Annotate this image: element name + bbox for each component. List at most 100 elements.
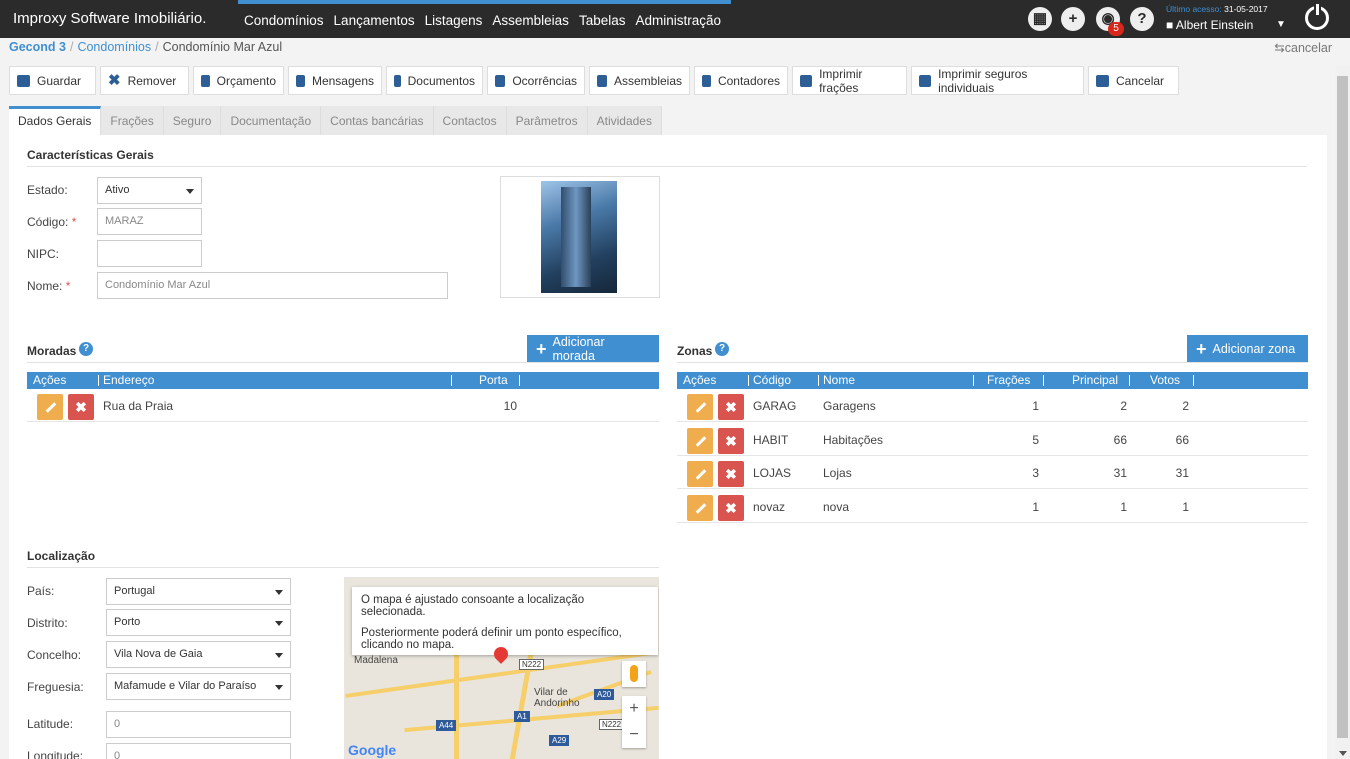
col-fracoes[interactable]: Frações xyxy=(987,373,1030,387)
imprimir-fracoes-button[interactable]: Imprimir frações xyxy=(792,66,907,95)
row-porta: 10 xyxy=(503,399,517,413)
breadcrumb-section[interactable]: Condomínios xyxy=(77,40,151,54)
edit-button[interactable] xyxy=(687,495,713,521)
assembleias-button[interactable]: Assembleias xyxy=(589,66,690,95)
col-nome[interactable]: Nome xyxy=(823,373,855,387)
notification-count-badge: 5 xyxy=(1108,22,1124,36)
nipc-label: NIPC: xyxy=(27,247,60,261)
col-votos[interactable]: Votos xyxy=(1150,373,1180,387)
add-icon[interactable]: + xyxy=(1061,7,1085,31)
nav-listagens[interactable]: Listagens xyxy=(425,4,483,38)
nav-assembleias[interactable]: Assembleias xyxy=(492,4,569,38)
location-map[interactable]: O mapa é ajustado consoante a localizaçã… xyxy=(344,577,659,759)
building-photo[interactable] xyxy=(500,176,660,298)
road-sign: A20 xyxy=(594,689,615,700)
chevron-down-icon[interactable]: ▼ xyxy=(1276,19,1286,30)
mensagens-button[interactable]: Mensagens xyxy=(288,66,382,95)
tab-documentacao[interactable]: Documentação xyxy=(221,106,322,135)
orcamento-button[interactable]: Orçamento xyxy=(193,66,284,95)
tab-parametros[interactable]: Parâmetros xyxy=(506,106,588,135)
remover-button[interactable]: ✖ Remover xyxy=(100,66,189,95)
row-nome: Habitações xyxy=(823,433,884,447)
map-place: Vilar de Andorinho xyxy=(534,687,580,709)
col-endereco[interactable]: Endereço xyxy=(103,373,154,387)
edit-button[interactable] xyxy=(37,394,63,420)
moradas-title: Moradas xyxy=(27,344,77,358)
chevron-down-icon xyxy=(186,189,194,194)
tab-dados-gerais[interactable]: Dados Gerais xyxy=(9,106,102,135)
nav-lancamentos[interactable]: Lançamentos xyxy=(334,4,415,38)
chevron-down-icon xyxy=(275,653,283,658)
add-morada-button[interactable]: + Adicionar morada xyxy=(527,335,659,363)
add-zona-button[interactable]: + Adicionar zona xyxy=(1187,335,1308,362)
concelho-select[interactable]: Vila Nova de Gaia xyxy=(106,641,291,668)
contadores-button[interactable]: Contadores xyxy=(694,66,788,95)
cancelar-button[interactable]: Cancelar xyxy=(1088,66,1179,95)
edit-button[interactable] xyxy=(687,394,713,420)
power-icon[interactable] xyxy=(1305,4,1329,30)
help-icon[interactable]: ? xyxy=(79,342,93,356)
delete-button[interactable]: ✖ xyxy=(718,428,744,454)
ocorrencias-button[interactable]: Ocorrências xyxy=(487,66,585,95)
cancel-link[interactable]: ⇆cancelar xyxy=(1274,40,1332,55)
main-nav: Condomínios Lançamentos Listagens Assemb… xyxy=(238,0,732,38)
map-place: Madalena xyxy=(354,655,398,666)
breadcrumb-root[interactable]: Gecond 3 xyxy=(9,40,66,54)
zoom-out-button[interactable]: − xyxy=(622,722,646,748)
help-icon[interactable]: ? xyxy=(1130,7,1154,31)
zoom-in-button[interactable]: + xyxy=(622,696,646,722)
nome-input[interactable]: Condomínio Mar Azul xyxy=(97,272,448,299)
tab-seguro[interactable]: Seguro xyxy=(163,106,222,135)
vertical-scrollbar[interactable] xyxy=(1335,66,1350,759)
road-sign: N222 xyxy=(519,659,545,670)
pais-label: País: xyxy=(27,584,55,598)
delete-button[interactable]: ✖ xyxy=(718,394,744,420)
street-view-icon[interactable] xyxy=(622,661,646,687)
nav-tabelas[interactable]: Tabelas xyxy=(579,4,626,38)
tab-fracoes[interactable]: Frações xyxy=(101,106,164,135)
app-brand[interactable]: Improxy Software Imobiliário. xyxy=(13,10,206,27)
edit-button[interactable] xyxy=(687,461,713,487)
col-porta[interactable]: Porta xyxy=(479,373,508,387)
estado-select[interactable]: Ativo xyxy=(97,177,202,204)
nipc-input[interactable] xyxy=(97,240,202,267)
row-votos: 31 xyxy=(1175,466,1189,480)
codigo-input[interactable]: MARAZ xyxy=(97,208,202,235)
row-votos: 2 xyxy=(1182,399,1189,413)
col-acoes[interactable]: Ações xyxy=(33,373,66,387)
chevron-down-icon xyxy=(275,621,283,626)
latitude-input[interactable]: 0 xyxy=(106,711,291,738)
longitude-input[interactable]: 0 xyxy=(106,743,291,759)
table-row: ✖ HABIT Habitações 5 66 66 xyxy=(677,423,1308,456)
road-sign: A1 xyxy=(514,711,530,722)
imprimir-seguros-button[interactable]: Imprimir seguros individuais xyxy=(911,66,1084,95)
latitude-label: Latitude: xyxy=(27,717,74,731)
nav-administracao[interactable]: Administração xyxy=(635,4,721,38)
delete-button[interactable]: ✖ xyxy=(68,394,94,420)
row-principal: 66 xyxy=(1113,433,1127,447)
map-zoom-control: + − xyxy=(622,696,646,748)
scrollbar-thumb[interactable] xyxy=(1337,76,1348,738)
col-principal[interactable]: Principal xyxy=(1072,373,1118,387)
user-menu[interactable]: ■ Albert Einstein xyxy=(1166,18,1253,32)
briefcase-icon xyxy=(597,74,607,87)
col-codigo[interactable]: Código xyxy=(753,373,791,387)
guardar-button[interactable]: Guardar xyxy=(9,66,96,95)
grid-icon[interactable]: ▦ xyxy=(1028,7,1052,31)
chevron-down-icon xyxy=(275,590,283,595)
help-icon[interactable]: ? xyxy=(715,342,729,356)
last-access-label: Último acesso: xyxy=(1166,4,1222,14)
freguesia-select[interactable]: Mafamude e Vilar do Paraíso xyxy=(106,673,291,700)
col-acoes[interactable]: Ações xyxy=(683,373,716,387)
distrito-select[interactable]: Porto xyxy=(106,609,291,636)
delete-button[interactable]: ✖ xyxy=(718,495,744,521)
tab-contactos[interactable]: Contactos xyxy=(433,106,507,135)
tab-atividades[interactable]: Atividades xyxy=(587,106,662,135)
tab-contas-bancarias[interactable]: Contas bancárias xyxy=(321,106,434,135)
pais-select[interactable]: Portugal xyxy=(106,578,291,605)
edit-button[interactable] xyxy=(687,428,713,454)
nav-condominios[interactable]: Condomínios xyxy=(244,4,324,38)
delete-button[interactable]: ✖ xyxy=(718,461,744,487)
documentos-button[interactable]: Documentos xyxy=(386,66,483,95)
scroll-down-icon[interactable] xyxy=(1339,751,1347,756)
